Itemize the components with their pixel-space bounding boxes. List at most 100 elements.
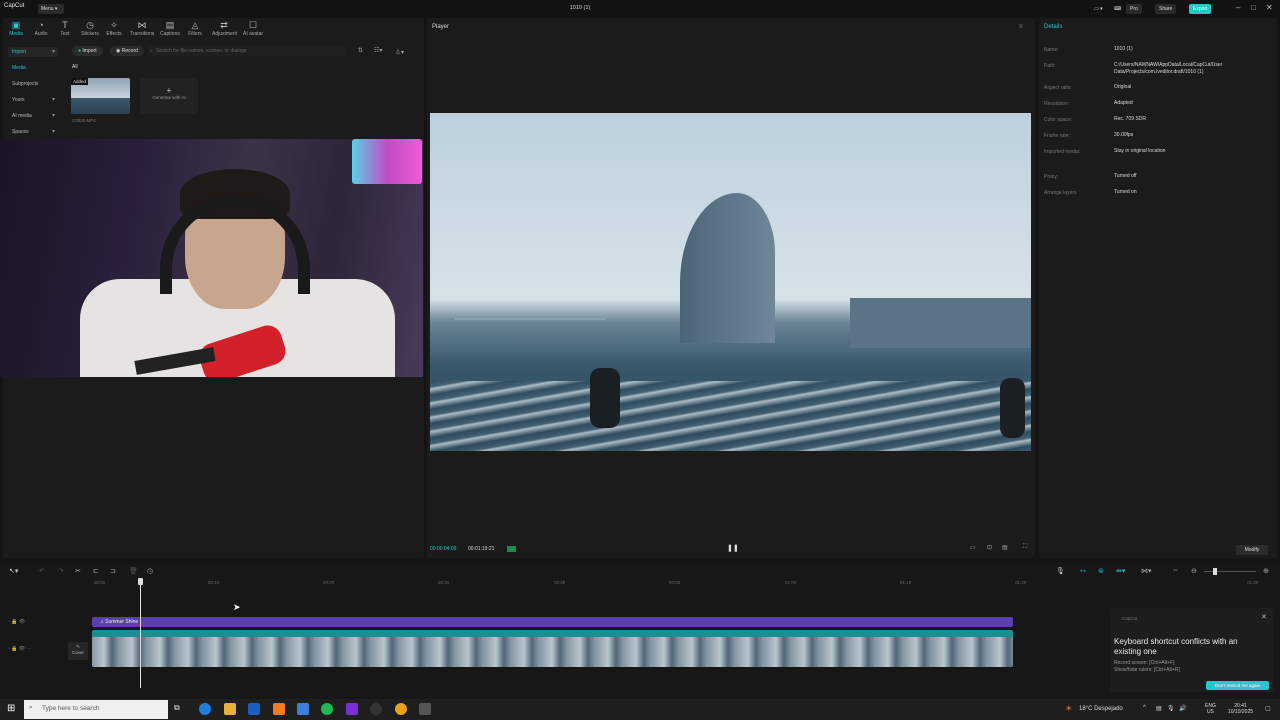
sidebar-media[interactable]: Media — [8, 63, 58, 73]
taskbar-search[interactable]: ⌕ Type here to search — [24, 700, 168, 719]
quality-icon[interactable]: ▤ — [1002, 544, 1008, 551]
tool-text[interactable]: T Text — [53, 20, 77, 37]
player-menu-icon[interactable]: ≡ — [1019, 24, 1023, 30]
obs-icon[interactable] — [370, 703, 382, 715]
tool-transitions[interactable]: ⋈ Transitions — [130, 20, 154, 37]
snap-icon[interactable]: ⇹▾ — [1116, 567, 1125, 575]
tool-captions[interactable]: ▤ Captions — [158, 20, 182, 37]
magnet-icon[interactable]: ⇿ — [1080, 567, 1086, 575]
redo-icon[interactable]: ↷ — [58, 567, 64, 575]
tool-audio[interactable]: ◔ Audio — [29, 20, 53, 37]
detail-value: Turned on — [1114, 189, 1137, 195]
media-search-input[interactable]: ⌕ Search for file names, scenes, or dialo… — [148, 46, 346, 56]
pause-icon[interactable]: ❚❚ — [727, 544, 739, 552]
minimize-icon[interactable]: – — [1236, 3, 1240, 12]
media-clip-thumbnail[interactable]: Added — [71, 78, 130, 114]
detail-value: Original — [1114, 84, 1132, 90]
select-tool-icon[interactable]: ↖▾ — [9, 567, 18, 575]
link-icon[interactable]: ⊜ — [1098, 567, 1104, 575]
illustrator-icon[interactable] — [273, 703, 285, 715]
volume-icon[interactable]: 🔊 — [1179, 705, 1186, 712]
sidebar-spaces[interactable]: Spaces ▾ — [8, 127, 58, 137]
sidebar-ai-media[interactable]: AI media ▾ — [8, 111, 58, 121]
store-icon[interactable] — [297, 703, 309, 715]
chrome-icon[interactable] — [395, 703, 407, 715]
generate-with-ai-button[interactable]: + Generate with AI — [140, 78, 198, 114]
outlook-icon[interactable] — [248, 703, 260, 715]
tool-adjustment[interactable]: ⇄ Adjustment — [212, 20, 237, 37]
generate-label: Generate with AI — [152, 95, 186, 100]
sidebar-subprojects[interactable]: Subprojects — [8, 79, 58, 89]
maximize-icon[interactable]: □ — [1251, 3, 1256, 12]
chevron-down-icon: ▾ — [51, 49, 55, 55]
undo-icon[interactable]: ↶ — [39, 567, 45, 575]
tool-stickers[interactable]: ◷ Stickers — [78, 20, 102, 37]
zoom-fit-icon[interactable]: ⊡ — [987, 544, 992, 551]
zoom-out-icon[interactable]: ⊖ — [1191, 567, 1197, 575]
share-button[interactable]: Share — [1155, 4, 1177, 14]
clock[interactable]: 20:41 10/10/2025 — [1228, 703, 1253, 715]
video-clip[interactable]: Enhance quality C0020.MP4 00:01:19:21 — [92, 630, 1013, 667]
filter-all[interactable]: All — [72, 64, 78, 70]
trim-left-icon[interactable]: ⊏ — [93, 567, 99, 575]
tool-filters[interactable]: ◬ Filters — [183, 20, 207, 37]
zoom-slider-handle[interactable] — [1213, 568, 1217, 575]
playhead[interactable] — [140, 578, 141, 688]
filter-icon[interactable]: ⏃▾ — [395, 47, 404, 56]
zoom-in-icon[interactable]: ⊕ — [1263, 567, 1269, 575]
tool-media[interactable]: ▣ Media — [4, 20, 28, 37]
modify-button[interactable]: Modify — [1236, 545, 1268, 555]
detail-key: Aspect ratio: — [1044, 85, 1072, 91]
playhead-handle[interactable] — [138, 578, 143, 585]
dont-remind-button[interactable]: Don't remind me again — [1206, 681, 1269, 690]
windows-start-icon[interactable]: ⊞ — [7, 703, 15, 714]
layout-icon[interactable]: ▭ ▾ — [1090, 4, 1107, 14]
file-explorer-icon[interactable] — [224, 703, 236, 715]
tool-ai-avatar[interactable]: ☐ AI avatar — [241, 20, 265, 37]
delete-icon[interactable]: 🗑 — [129, 567, 138, 575]
title-bar — [0, 0, 1280, 18]
task-view-icon[interactable]: ⧉ — [174, 703, 186, 715]
audio-track-controls[interactable]: ▫ 🔒 👁 — [8, 619, 25, 625]
trim-right-icon[interactable]: ⊐ — [110, 567, 116, 575]
fit-icon[interactable]: ⇔ — [1172, 567, 1179, 574]
audio-clip[interactable]: ♫ Summer Shine — [92, 617, 1013, 627]
pro-button[interactable]: Pro — [1126, 4, 1142, 14]
sidebar-import[interactable]: Import ▾ — [8, 47, 58, 57]
edge-icon[interactable] — [199, 703, 211, 715]
weather-text[interactable]: 18°C Despejado — [1079, 706, 1123, 712]
record-button[interactable]: ◉ Record — [110, 46, 144, 56]
notification-center-icon[interactable]: ▢ — [1265, 705, 1271, 712]
video-preview[interactable] — [430, 113, 1031, 451]
capcut-icon[interactable] — [419, 703, 431, 715]
network-icon[interactable]: ▤ — [1156, 705, 1162, 712]
cranes — [455, 318, 605, 348]
notif-title: Keyboard shortcut conflicts with an exis… — [1114, 637, 1238, 656]
mic-tray-icon[interactable]: 🎙 — [1167, 705, 1175, 712]
export-button[interactable]: Export — [1189, 4, 1212, 14]
ruler-tick: 00:40 — [554, 580, 566, 585]
keyboard-icon[interactable]: ⌨ — [1110, 4, 1125, 14]
preview-axis-icon[interactable]: ⋈▾ — [1141, 567, 1152, 575]
sort-icon[interactable]: ⇅ — [358, 47, 363, 54]
close-icon[interactable]: ✕ — [1266, 3, 1273, 12]
zoom-slider[interactable] — [1204, 571, 1256, 572]
notif-close-icon[interactable]: ✕ — [1261, 613, 1267, 621]
mic-icon[interactable]: 🎙 — [1056, 567, 1065, 575]
language-indicator[interactable]: ENG US — [1205, 703, 1216, 715]
detail-value: Rec. 709 SDR — [1114, 116, 1146, 122]
spotify-icon[interactable] — [321, 703, 333, 715]
fullscreen-icon[interactable]: ⛶ — [1023, 544, 1027, 551]
import-button[interactable]: ● Import — [72, 46, 103, 56]
app-icon[interactable] — [346, 703, 358, 715]
tool-effects[interactable]: ✧ Effects — [102, 20, 126, 37]
split-icon[interactable]: ✂ — [75, 567, 81, 575]
view-icon[interactable]: ☷▾ — [374, 47, 382, 54]
cover-button[interactable]: ✎ Cover — [68, 642, 88, 660]
sidebar-yours[interactable]: Yours ▾ — [8, 95, 58, 105]
speed-icon[interactable]: ◷ — [147, 567, 153, 575]
video-track-controls[interactable]: ▫ 🔒 👁 ··· — [8, 646, 32, 652]
tray-chevron-icon[interactable]: ^ — [1143, 705, 1146, 711]
menu-button[interactable]: Menu ▾ — [38, 4, 64, 14]
ratio-icon[interactable]: ▭ — [970, 544, 976, 551]
